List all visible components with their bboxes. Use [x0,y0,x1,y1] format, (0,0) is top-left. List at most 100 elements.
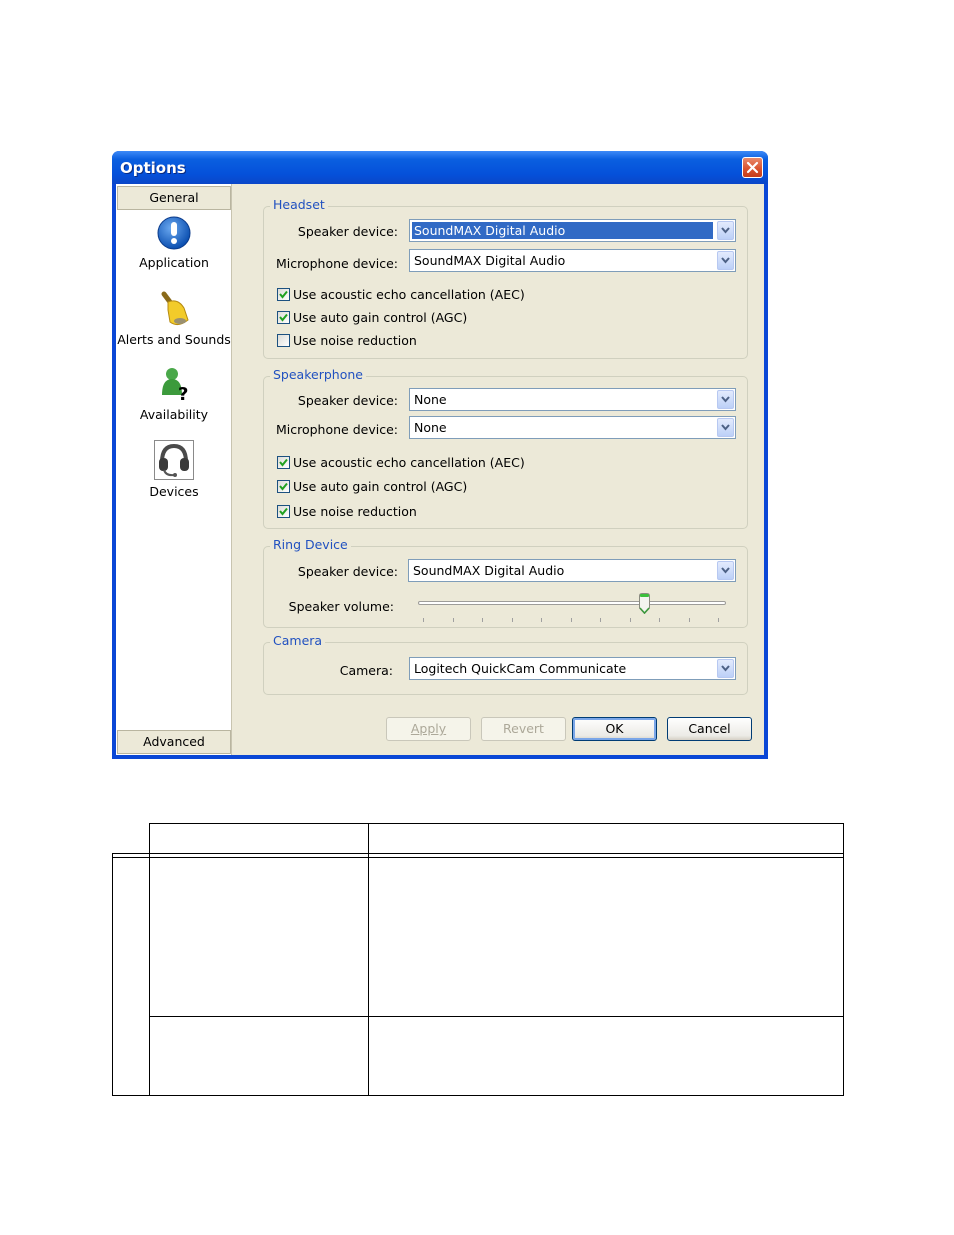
sidebar-item-alerts-and-sounds[interactable]: Alerts and Sounds [116,290,232,347]
checkbox-box[interactable] [277,288,290,301]
checkmark-icon [279,290,288,299]
checkbox-label: Use acoustic echo cancellation (AEC) [293,287,525,302]
revert-button[interactable]: Revert [481,717,566,741]
sidebar: General Application Alerts and Sounds ? … [116,184,232,755]
headset-speaker-value: SoundMAX Digital Audio [412,222,713,239]
checkmark-icon [279,507,288,516]
bell-icon [161,291,189,326]
sidebar-item-label: Devices [149,484,199,499]
sidebar-advanced-header[interactable]: Advanced [117,730,231,754]
table-column-divider-1 [149,823,150,1096]
chevron-down-icon [721,424,730,431]
slider-tick [423,618,424,622]
table-left-border [112,853,113,1096]
chevron-down-icon [721,227,730,234]
sidebar-general-header[interactable]: General [117,186,231,210]
camera-group: Camera Camera: Logitech QuickCam Communi… [263,633,748,695]
checkmark-icon [279,313,288,322]
options-dialog: Options General Application Alerts and S… [112,151,768,759]
checkbox-label: Use acoustic echo cancellation (AEC) [293,455,525,470]
headset-speaker-label: Speaker device: [297,224,398,239]
checkbox-box[interactable] [277,456,290,469]
headset-group-title: Headset [270,197,328,212]
dialog-client: General Application Alerts and Sounds ? … [116,184,764,755]
speakerphone-microphone-value: None [414,420,447,435]
slider-tick [629,618,631,622]
dropdown-button[interactable] [717,561,734,580]
slider-tick [541,618,542,622]
slider-tick [688,618,690,622]
headset-microphone-value: SoundMAX Digital Audio [414,253,566,268]
sidebar-item-devices[interactable]: Devices [116,440,232,499]
checkbox-label: Use auto gain control (AGC) [293,479,468,494]
table-header-rule-2 [112,857,844,858]
close-icon [746,161,759,174]
ring-device-group: Ring Device Speaker device: SoundMAX Dig… [263,537,748,628]
svg-text:?: ? [178,384,188,403]
cancel-button[interactable]: Cancel [667,717,752,741]
slider-thumb[interactable] [638,593,650,614]
ok-button[interactable]: OK [572,717,657,741]
dropdown-button[interactable] [717,251,734,270]
headset-aec-checkbox[interactable]: Use acoustic echo cancellation (AEC) [277,287,525,302]
slider-tick [570,618,572,622]
speakerphone-noise-reduction-checkbox[interactable]: Use noise reduction [277,504,417,519]
revert-button-label: Revert [503,721,544,736]
close-button[interactable] [742,157,763,178]
dropdown-button[interactable] [717,659,734,678]
checkbox-label: Use auto gain control (AGC) [293,310,468,325]
chevron-down-icon [721,396,730,403]
checkmark-icon [279,482,288,491]
headset-microphone-label: Microphone device: [275,256,398,271]
checkbox-box[interactable] [277,311,290,324]
window-title: Options [120,159,186,177]
ring-speaker-select[interactable]: SoundMAX Digital Audio [408,559,736,582]
camera-group-title: Camera [270,633,326,648]
speakerphone-speaker-value: None [414,392,447,407]
slider-tick [452,618,454,622]
checkbox-label: Use noise reduction [293,504,417,519]
headset-speaker-select[interactable]: SoundMAX Digital Audio [409,219,736,242]
headset-microphone-select[interactable]: SoundMAX Digital Audio [409,249,736,272]
speakerphone-speaker-select[interactable]: None [409,388,736,411]
table-row-divider [149,1016,844,1017]
speaker-volume-slider[interactable] [418,591,728,625]
checkbox-box[interactable] [277,334,290,347]
speakerphone-group-title: Speakerphone [270,367,366,382]
speakerphone-aec-checkbox[interactable]: Use acoustic echo cancellation (AEC) [277,455,525,470]
checkbox-box[interactable] [277,505,290,518]
ring-volume-label: Speaker volume: [288,599,394,614]
camera-select[interactable]: Logitech QuickCam Communicate [409,657,736,680]
speakerphone-agc-checkbox[interactable]: Use auto gain control (AGC) [277,479,467,494]
checkbox-label: Use noise reduction [293,333,417,348]
dropdown-button[interactable] [717,418,734,437]
table-header-rule-1 [112,853,844,854]
dropdown-button[interactable] [717,221,734,240]
ring-speaker-value: SoundMAX Digital Audio [413,563,565,578]
headset-noise-reduction-checkbox[interactable]: Use noise reduction [277,333,417,348]
sidebar-item-availability[interactable]: ? Availability [116,365,232,422]
speakerphone-speaker-label: Speaker device: [297,393,398,408]
checkbox-box[interactable] [277,480,290,493]
table-bottom-border [112,1095,844,1096]
headset-agc-checkbox[interactable]: Use auto gain control (AGC) [277,310,467,325]
speakerphone-microphone-label: Microphone device: [275,422,398,437]
headset-group: Headset Speaker device: SoundMAX Digital… [263,197,748,359]
ring-speaker-label: Speaker device: [297,564,398,579]
person-question-icon: ? [162,368,188,403]
chevron-down-icon [721,665,730,672]
apply-button[interactable]: Apply [386,717,471,741]
camera-label: Camera: [339,663,393,678]
table-column-divider-2 [368,823,369,1096]
slider-track[interactable] [418,601,726,605]
apply-button-label: Apply [410,721,447,736]
ring-device-group-title: Ring Device [270,537,351,552]
sidebar-item-application[interactable]: Application [116,215,232,270]
dropdown-button[interactable] [717,390,734,409]
exclamation-icon [157,216,191,250]
slider-tick [718,618,719,622]
title-bar[interactable]: Options [112,151,768,184]
speakerphone-microphone-select[interactable]: None [409,416,736,439]
table-right-border [843,823,844,1096]
speakerphone-group: Speakerphone Speaker device: None Microp… [263,367,748,529]
